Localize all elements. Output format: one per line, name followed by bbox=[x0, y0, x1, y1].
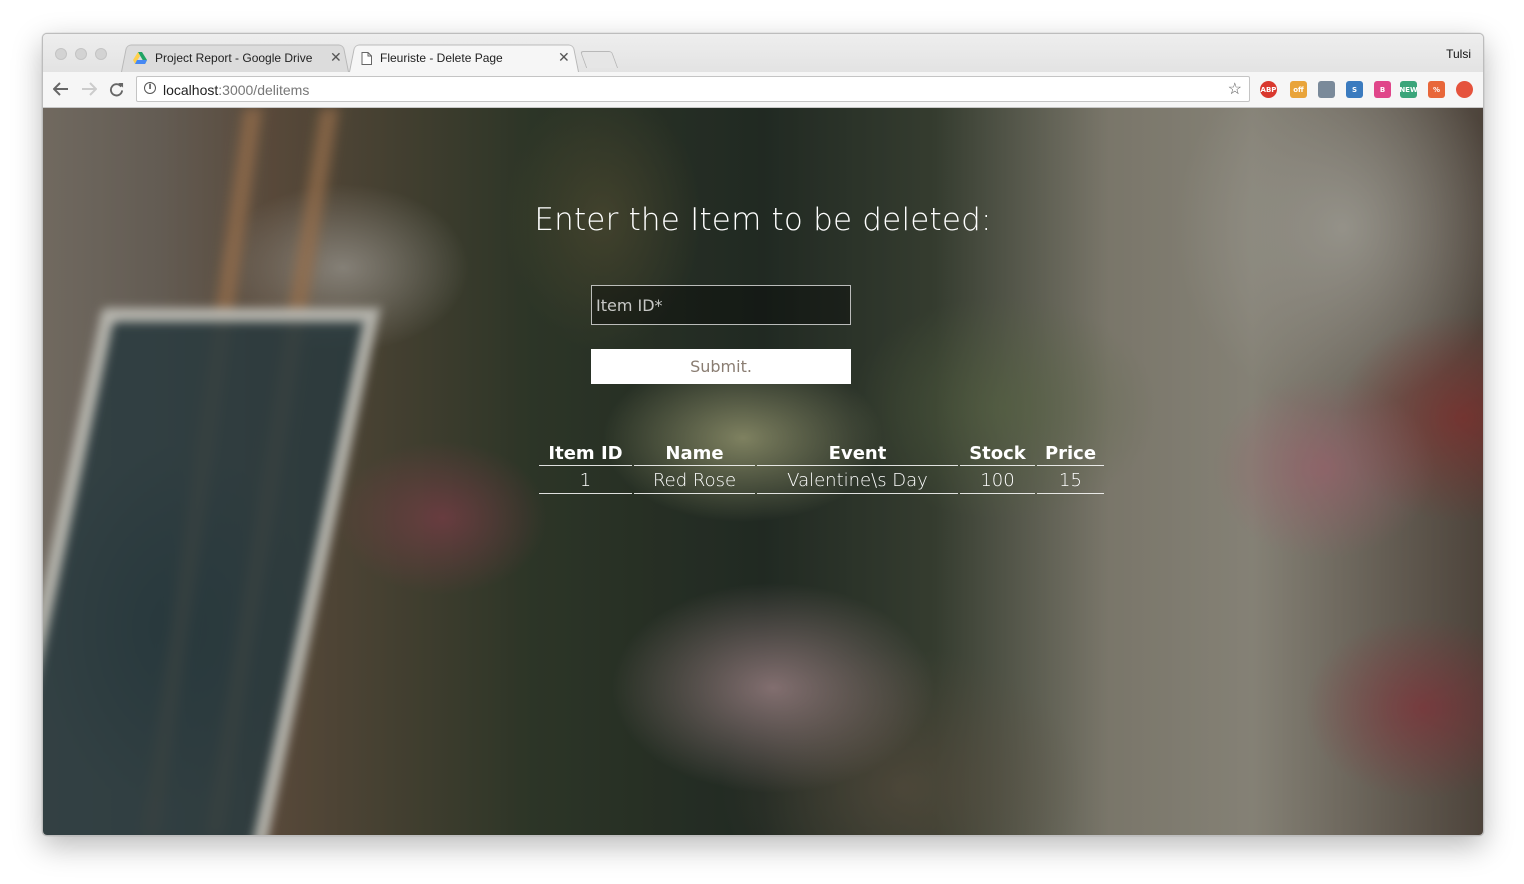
close-tab-fleuriste-icon[interactable]: ✕ bbox=[558, 50, 570, 64]
url-host: localhost bbox=[163, 82, 219, 98]
maximize-window-button[interactable] bbox=[95, 48, 107, 60]
google-drive-icon bbox=[133, 51, 147, 64]
url-text[interactable]: localhost:3000/delitems bbox=[163, 82, 309, 98]
item-id-input[interactable] bbox=[591, 285, 851, 325]
extension-new-icon[interactable]: NEW bbox=[1399, 81, 1418, 98]
cell-event: Valentine\s Day bbox=[757, 466, 958, 494]
header-event: Event bbox=[757, 441, 958, 466]
extension-orange-icon[interactable]: % bbox=[1428, 81, 1445, 98]
close-tab-google-drive-icon[interactable]: ✕ bbox=[330, 50, 342, 64]
info-icon[interactable]: i bbox=[144, 82, 156, 94]
header-price: Price bbox=[1037, 441, 1104, 466]
url-path: :3000/delitems bbox=[218, 82, 310, 98]
table-row: 1 Red Rose Valentine\s Day 100 15 bbox=[539, 466, 1104, 494]
tab-google-drive-title: Project Report - Google Drive bbox=[155, 51, 313, 65]
adblock-plus-icon[interactable]: ABP bbox=[1260, 81, 1277, 98]
browser-toolbar: i localhost:3000/delitems ☆ ABP off S B … bbox=[43, 72, 1483, 108]
back-arrow-icon bbox=[53, 82, 68, 96]
submit-button[interactable]: Submit. bbox=[591, 349, 851, 384]
cell-price: 15 bbox=[1037, 466, 1104, 494]
reload-button[interactable] bbox=[106, 79, 126, 99]
browser-window: Project Report - Google Drive ✕ Fleurist… bbox=[42, 33, 1484, 836]
address-bar[interactable]: i localhost:3000/delitems ☆ bbox=[136, 76, 1250, 102]
page-heading: Enter the Item to be deleted: bbox=[534, 202, 992, 238]
header-item-id: Item ID bbox=[539, 441, 632, 466]
extension-red-circle-icon[interactable] bbox=[1456, 81, 1473, 98]
extension-pink-icon[interactable]: B bbox=[1374, 81, 1391, 98]
close-window-button[interactable] bbox=[55, 48, 67, 60]
tab-google-drive-content: Project Report - Google Drive bbox=[133, 44, 328, 72]
reload-icon bbox=[109, 82, 123, 96]
coupon-icon[interactable]: off bbox=[1290, 81, 1307, 98]
cell-item-id: 1 bbox=[539, 466, 632, 494]
header-stock: Stock bbox=[960, 441, 1035, 466]
extension-s-icon[interactable]: S bbox=[1346, 81, 1363, 98]
profile-name[interactable]: Tulsi bbox=[1446, 47, 1471, 61]
cell-name: Red Rose bbox=[634, 466, 755, 494]
tab-fleuriste-content: Fleuriste - Delete Page bbox=[361, 44, 551, 72]
forward-button[interactable] bbox=[79, 79, 99, 99]
document-icon bbox=[361, 51, 372, 65]
bookmark-star-icon[interactable]: ☆ bbox=[1228, 79, 1242, 99]
page-viewport: Enter the Item to be deleted: Submit. It… bbox=[43, 108, 1483, 835]
minimize-window-button[interactable] bbox=[75, 48, 87, 60]
forward-arrow-icon bbox=[82, 82, 97, 96]
delete-form-area: Enter the Item to be deleted: Submit. It… bbox=[43, 108, 1483, 835]
cell-stock: 100 bbox=[960, 466, 1035, 494]
table-header-row: Item ID Name Event Stock Price bbox=[539, 441, 1104, 466]
new-tab-button[interactable] bbox=[579, 51, 619, 68]
header-name: Name bbox=[634, 441, 755, 466]
tab-strip: Project Report - Google Drive ✕ Fleurist… bbox=[43, 34, 1483, 72]
items-table: Item ID Name Event Stock Price 1 Red Ros… bbox=[537, 441, 1106, 494]
back-button[interactable] bbox=[51, 79, 71, 99]
tab-fleuriste-title: Fleuriste - Delete Page bbox=[380, 51, 503, 65]
extension-tools-icon[interactable] bbox=[1318, 81, 1335, 98]
